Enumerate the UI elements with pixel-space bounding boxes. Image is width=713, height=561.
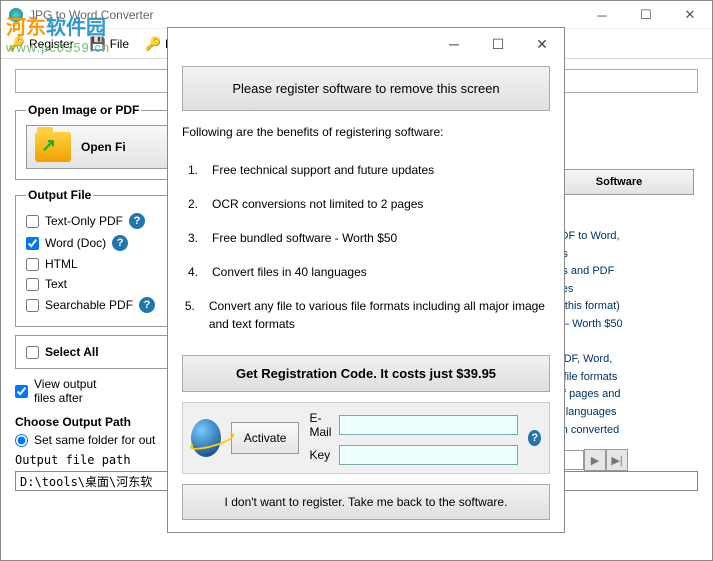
output-option[interactable]: Text-Only PDF ? — [26, 210, 164, 232]
output-option[interactable]: Text — [26, 274, 164, 294]
output-checkbox[interactable] — [26, 258, 39, 271]
toolbar-register-1[interactable]: 🔑Register — [9, 36, 74, 52]
benefits-list: 1.Free technical support and future upda… — [182, 153, 550, 341]
page-prev-button[interactable]: ▶ — [584, 449, 606, 471]
output-option[interactable]: HTML — [26, 254, 164, 274]
benefit-item: 5.Convert any file to various file forma… — [182, 289, 550, 341]
dialog-close-button[interactable]: ✕ — [520, 29, 564, 59]
output-checkbox[interactable] — [26, 299, 39, 312]
folder-open-icon: ↗ — [35, 132, 71, 162]
view-output-label: View output files after — [34, 377, 97, 405]
main-close-button[interactable]: ✕ — [668, 1, 712, 29]
right-column: Software es d PDF to Word,matsages and P… — [544, 169, 694, 471]
output-legend: Output File — [26, 188, 93, 202]
email-label: E-Mail — [309, 411, 331, 439]
key-icon: 🔑 — [9, 36, 25, 52]
activate-button[interactable]: Activate — [231, 422, 300, 454]
output-option[interactable]: Searchable PDF ? — [26, 294, 164, 316]
output-checkbox[interactable] — [26, 237, 39, 250]
register-dialog: ─ ☐ ✕ Please register software to remove… — [167, 27, 565, 533]
toolbar-file[interactable]: 💾File — [90, 36, 129, 52]
select-all-checkbox[interactable] — [26, 346, 39, 359]
benefit-item: 1.Free technical support and future upda… — [182, 153, 550, 187]
output-checkbox[interactable] — [26, 215, 39, 228]
no-register-button[interactable]: I don't want to register. Take me back t… — [182, 484, 550, 520]
help-icon[interactable]: ? — [112, 235, 128, 251]
output-fieldset: Output File Text-Only PDF ?Word (Doc) ?H… — [15, 188, 175, 327]
help-icon[interactable]: ? — [528, 430, 541, 446]
dialog-minimize-button[interactable]: ─ — [432, 29, 476, 59]
email-input[interactable] — [339, 415, 518, 435]
view-output-checkbox[interactable] — [15, 385, 28, 398]
select-all-row[interactable]: Select All — [15, 335, 175, 369]
features-heading: es — [544, 201, 694, 222]
main-titlebar: JPG to Word Converter ─ ☐ ✕ — [1, 1, 712, 29]
dialog-maximize-button[interactable]: ☐ — [476, 29, 520, 59]
output-checkbox[interactable] — [26, 278, 39, 291]
key-label: Key — [309, 448, 331, 462]
register-banner: Please register software to remove this … — [182, 66, 550, 111]
save-icon: 💾 — [90, 36, 106, 52]
output-option[interactable]: Word (Doc) ? — [26, 232, 164, 254]
get-code-button[interactable]: Get Registration Code. It costs just $39… — [182, 355, 550, 392]
open-fieldset: Open Image or PDF ↗ Open Fi — [15, 103, 187, 180]
help-icon[interactable]: ? — [129, 213, 145, 229]
benefit-item: 2.OCR conversions not limited to 2 pages — [182, 187, 550, 221]
benefit-item: 4.Convert files in 40 languages — [182, 255, 550, 289]
benefits-intro: Following are the benefits of registerin… — [182, 125, 550, 139]
main-minimize-button[interactable]: ─ — [580, 1, 624, 29]
key-input[interactable] — [339, 445, 518, 465]
open-file-button[interactable]: ↗ Open Fi — [26, 125, 176, 169]
key-icon: 🔑 — [145, 36, 161, 52]
benefit-item: 3.Free bundled software - Worth $50 — [182, 221, 550, 255]
window-title: JPG to Word Converter — [29, 8, 154, 22]
page-next-button[interactable]: ▶| — [606, 449, 628, 471]
software-button[interactable]: Software — [544, 169, 694, 195]
main-maximize-button[interactable]: ☐ — [624, 1, 668, 29]
globe-icon — [191, 419, 221, 457]
activate-row: Activate E-Mail Key ? — [182, 402, 550, 474]
same-folder-radio[interactable] — [15, 434, 28, 447]
app-icon — [9, 8, 23, 22]
help-icon[interactable]: ? — [139, 297, 155, 313]
open-legend: Open Image or PDF — [26, 103, 141, 117]
